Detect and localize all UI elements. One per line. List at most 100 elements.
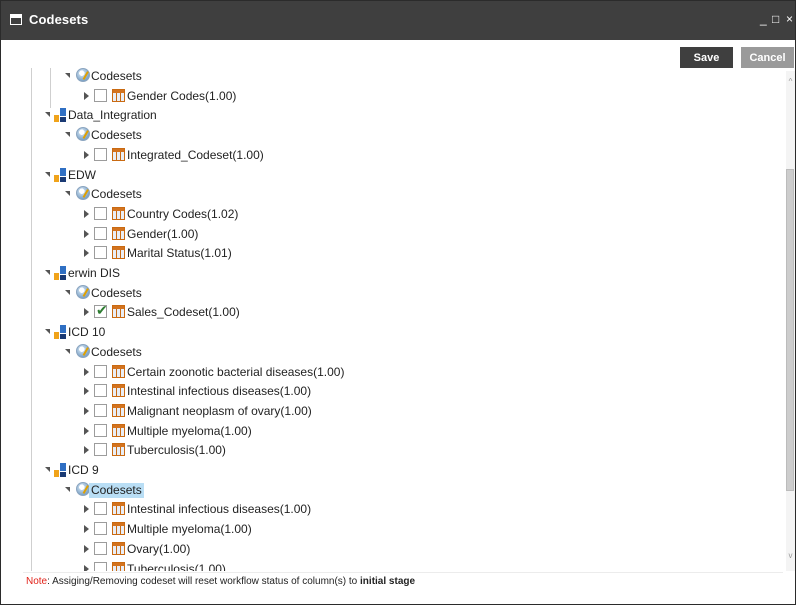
tree-node-label[interactable]: Certain zoonotic bacterial diseases(1.00… (127, 365, 344, 380)
expand-arrow-icon[interactable] (84, 406, 89, 415)
tree-node-label[interactable]: erwin DIS (68, 266, 120, 281)
tree-node-label[interactable]: Intestinal infectious diseases(1.00) (127, 384, 311, 399)
divider (23, 572, 783, 573)
title-bar[interactable]: Codesets _ □ × (1, 1, 795, 40)
model-icon (54, 463, 66, 477)
tree-node-label[interactable]: Tuberculosis(1.00) (127, 443, 226, 458)
tree-node-label[interactable]: ICD 9 (68, 463, 99, 478)
codeset-checkbox[interactable] (94, 423, 107, 437)
minimize-icon[interactable]: _ (760, 11, 767, 27)
scrollbar-thumb[interactable] (786, 169, 794, 491)
codeset-checkbox[interactable] (94, 88, 107, 102)
table-icon (112, 443, 125, 457)
codeset-checkbox[interactable] (94, 147, 107, 161)
scroll-down-icon[interactable]: v (786, 551, 795, 560)
codeset-checkbox[interactable] (94, 384, 107, 398)
collapse-arrow-icon[interactable] (45, 112, 50, 118)
collapse-arrow-icon[interactable] (65, 191, 70, 197)
codeset-checkbox[interactable] (94, 206, 107, 220)
collapse-arrow-icon[interactable] (65, 289, 70, 295)
tree-node-label[interactable]: Gender Codes(1.00) (127, 89, 236, 104)
table-icon (112, 541, 125, 555)
tree-node-label[interactable]: Country Codes(1.02) (127, 207, 238, 222)
codeset-checkbox[interactable] (94, 246, 107, 260)
expand-arrow-icon[interactable] (84, 249, 89, 258)
codeset-checkbox[interactable] (94, 561, 107, 571)
expand-arrow-icon[interactable] (84, 505, 89, 514)
expand-arrow-icon[interactable] (84, 229, 89, 238)
tree-node-label[interactable]: Multiple myeloma(1.00) (127, 522, 252, 537)
tree-node-label[interactable]: Codesets (91, 286, 142, 301)
expand-arrow-icon[interactable] (84, 446, 89, 455)
codeset-checkbox[interactable] (94, 522, 107, 536)
collapse-arrow-icon[interactable] (65, 73, 70, 78)
scroll-up-icon[interactable]: ^ (786, 77, 795, 86)
table-icon (112, 502, 125, 516)
codeset-checkbox[interactable] (94, 302, 108, 319)
collapse-arrow-icon[interactable] (65, 132, 70, 138)
codeset-checkbox[interactable] (94, 226, 107, 240)
tree-node-label[interactable]: Integrated_Codeset(1.00) (127, 148, 264, 163)
note-text: : Assiging/Removing codeset will reset w… (47, 576, 361, 587)
tree-node-label[interactable]: Codesets (91, 128, 142, 143)
save-button[interactable]: Save (680, 47, 733, 68)
table-icon (112, 364, 125, 378)
tree-connector-line (31, 68, 32, 571)
tree-node-label[interactable]: Codesets (91, 345, 142, 360)
tree-node-label[interactable]: Marital Status(1.01) (127, 246, 232, 261)
table-icon (112, 226, 125, 240)
collapse-arrow-icon[interactable] (65, 348, 70, 354)
expand-arrow-icon[interactable] (84, 367, 89, 376)
codeset-checkbox[interactable] (94, 443, 107, 457)
dialog-title: Codesets (29, 12, 89, 27)
table-icon (112, 206, 125, 220)
tree-node-label[interactable]: Malignant neoplasm of ovary(1.00) (127, 404, 312, 419)
tree-node-label[interactable]: Data_Integration (68, 108, 157, 123)
expand-arrow-icon[interactable] (84, 426, 89, 435)
tree-node-label[interactable]: Codesets (89, 482, 144, 498)
expand-arrow-icon[interactable] (84, 525, 89, 534)
codeset-checkbox[interactable] (94, 502, 107, 516)
vertical-scrollbar[interactable]: ^ v (786, 71, 795, 571)
tree-node-label[interactable]: Ovary(1.00) (127, 542, 190, 557)
tree-node-label[interactable]: Codesets (91, 187, 142, 202)
codeset-checkbox[interactable] (94, 403, 107, 417)
collapse-arrow-icon[interactable] (45, 329, 50, 335)
expand-arrow-icon[interactable] (84, 150, 89, 159)
collapse-arrow-icon[interactable] (65, 486, 70, 492)
table-icon (112, 384, 125, 398)
tree-node-label[interactable]: ICD 10 (68, 325, 105, 340)
window-icon (10, 14, 22, 25)
tree-node-label[interactable]: Codesets (91, 69, 142, 84)
codesets-icon (76, 127, 90, 142)
codeset-checkbox[interactable] (94, 541, 107, 555)
tree-node-label[interactable]: Sales_Codeset(1.00) (127, 305, 240, 320)
note-emphasis: initial stage (360, 576, 416, 587)
maximize-icon[interactable]: □ (772, 11, 779, 27)
table-icon (112, 561, 125, 571)
collapse-arrow-icon[interactable] (45, 270, 50, 275)
table-icon (112, 246, 125, 260)
model-icon (54, 167, 66, 182)
expand-arrow-icon[interactable] (84, 564, 89, 571)
tree-node-label[interactable]: Multiple myeloma(1.00) (127, 424, 252, 439)
codesets-icon (76, 343, 90, 358)
expand-arrow-icon[interactable] (84, 308, 89, 317)
table-icon (112, 403, 125, 417)
collapse-arrow-icon[interactable] (45, 467, 50, 472)
close-icon[interactable]: × (786, 11, 793, 27)
expand-arrow-icon[interactable] (84, 209, 89, 218)
tree-node-label[interactable]: Tuberculosis(1.00) (127, 562, 226, 572)
collapse-arrow-icon[interactable] (45, 171, 50, 177)
tree-node-label[interactable]: EDW (68, 168, 96, 183)
expand-arrow-icon[interactable] (84, 387, 89, 396)
model-icon (54, 266, 66, 280)
expand-arrow-icon[interactable] (84, 91, 89, 100)
expand-arrow-icon[interactable] (84, 544, 89, 553)
tree-node-label[interactable]: Gender(1.00) (127, 227, 198, 242)
codesets-dialog: Codesets _ □ × Save Cancel Codesets Gende… (0, 0, 796, 605)
model-icon (54, 108, 66, 123)
tree-node-label[interactable]: Intestinal infectious diseases(1.00) (127, 502, 311, 517)
codeset-checkbox[interactable] (94, 364, 107, 378)
cancel-button[interactable]: Cancel (741, 47, 794, 68)
